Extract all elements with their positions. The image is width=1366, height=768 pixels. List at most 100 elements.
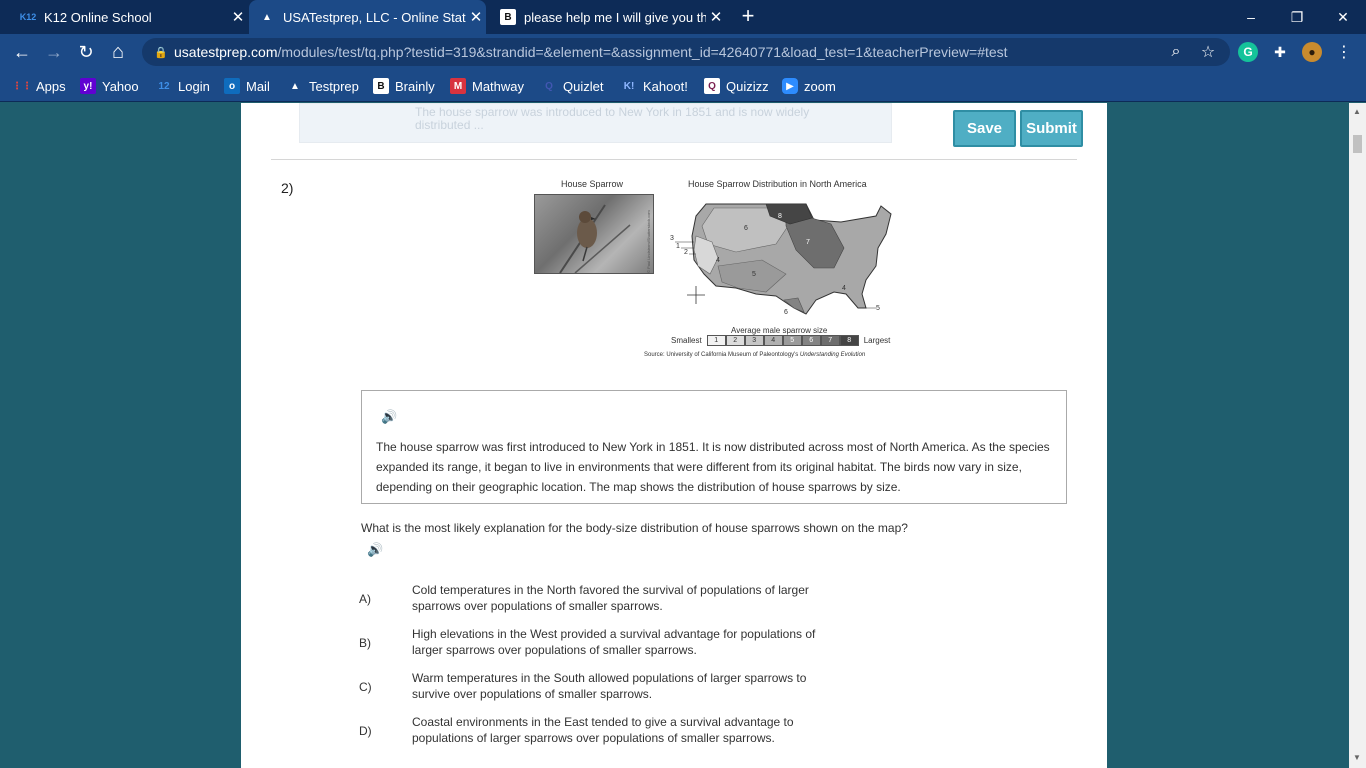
zoom-icon[interactable]: ⌕: [1166, 42, 1186, 62]
map-label: 5: [752, 271, 756, 278]
k12-favicon-icon: K12: [19, 12, 37, 22]
choice-label: B): [359, 636, 371, 650]
answer-choice-a[interactable]: A) Cold temperatures in the North favore…: [359, 582, 819, 616]
choice-text: Cold temperatures in the North favored t…: [412, 583, 809, 613]
close-tab-icon[interactable]: ✕: [706, 8, 726, 26]
tab-k12[interactable]: K12 K12 Online School ✕: [12, 0, 248, 34]
close-window-button[interactable]: ✕: [1320, 0, 1366, 34]
address-bar[interactable]: 🔒 usatestprep.com/modules/test/tq.php?te…: [142, 38, 1230, 66]
choice-label: D): [359, 724, 372, 738]
forward-button[interactable]: →: [42, 40, 66, 64]
map-label: 5: [876, 305, 880, 312]
bookmark-label: Login: [178, 78, 210, 94]
home-button[interactable]: ⌂: [106, 40, 130, 64]
bookmark-quizlet[interactable]: Q Quizlet: [541, 76, 603, 96]
previous-question-faded-text: The house sparrow was introduced to New …: [299, 103, 892, 143]
bookmark-label: Yahoo: [102, 78, 139, 94]
outlook-icon: o: [224, 78, 240, 94]
source-text: Source: University of California Museum …: [644, 352, 800, 358]
grammarly-icon[interactable]: G: [1238, 42, 1258, 62]
quizizz-icon: Q: [704, 78, 720, 94]
bookmark-label: Testprep: [309, 78, 359, 94]
new-tab-button[interactable]: +: [737, 5, 759, 28]
bookmark-quizizz[interactable]: Q Quizizz: [704, 76, 769, 96]
bookmark-kahoot[interactable]: K! Kahoot!: [621, 76, 688, 96]
lock-icon: 🔒: [154, 46, 168, 59]
close-tab-icon[interactable]: ✕: [466, 8, 486, 26]
speaker-icon[interactable]: 🔊: [367, 542, 383, 558]
tab-title: USATestprep, LLC - Online State-: [283, 9, 466, 25]
bookmark-brainly[interactable]: B Brainly: [373, 76, 435, 96]
map-caption: House Sparrow Distribution in North Amer…: [688, 179, 867, 189]
choice-text: Coastal environments in the East tended …: [412, 715, 794, 745]
brainly-icon: B: [373, 78, 389, 94]
scroll-up-arrow-icon[interactable]: ▲: [1353, 107, 1361, 116]
bookmark-star-icon[interactable]: ☆: [1198, 42, 1218, 62]
legend-smallest-label: Smallest: [671, 336, 702, 345]
save-button[interactable]: Save: [953, 110, 1016, 147]
bookmark-zoom[interactable]: ▶ zoom: [782, 76, 836, 96]
answer-choice-d[interactable]: D) Coastal environments in the East tend…: [359, 714, 819, 748]
bookmark-label: zoom: [804, 78, 836, 94]
bookmark-testprep[interactable]: ▲ Testprep: [287, 76, 359, 96]
sparrow-illustration: [559, 204, 631, 274]
answer-choice-c[interactable]: C) Warm temperatures in the South allowe…: [359, 670, 819, 704]
submit-button[interactable]: Submit: [1020, 110, 1083, 147]
map-label: 2: [684, 249, 688, 256]
mathway-icon: M: [450, 78, 466, 94]
bookmark-apps[interactable]: ⋮⋮ Apps: [12, 76, 66, 96]
legend-swatch: 5: [782, 335, 802, 346]
bookmark-label: Quizlet: [563, 78, 604, 94]
bookmark-label: Brainly: [395, 78, 435, 94]
speaker-icon[interactable]: 🔊: [381, 407, 397, 427]
test-page: The house sparrow was introduced to New …: [241, 103, 1107, 768]
extensions-puzzle-icon[interactable]: ✚: [1270, 42, 1290, 62]
bookmark-label: Mail: [246, 78, 270, 94]
bookmark-mathway[interactable]: M Mathway: [450, 76, 524, 96]
map-label: 3: [670, 235, 674, 242]
scrollbar-thumb[interactable]: [1353, 135, 1362, 153]
profile-avatar-icon[interactable]: ●: [1302, 42, 1322, 62]
choice-label: C): [359, 680, 372, 694]
answer-choice-b[interactable]: B) High elevations in the West provided …: [359, 626, 819, 660]
bookmark-yahoo[interactable]: y! Yahoo: [80, 76, 139, 96]
map-label: 1: [676, 243, 680, 250]
tab-usatestprep[interactable]: ▲ USATestprep, LLC - Online State- ✕: [249, 0, 486, 34]
browser-toolbar: ← → ↻ ⌂ 🔒 usatestprep.com/modules/test/t…: [0, 34, 1366, 70]
question-figure: House Sparrow House Sparrow Distribution…: [531, 178, 901, 368]
choice-text: High elevations in the West provided a s…: [412, 627, 816, 657]
reload-button[interactable]: ↻: [74, 40, 98, 64]
bookmark-login[interactable]: 12 Login: [156, 76, 210, 96]
legend-swatch: 2: [725, 335, 745, 346]
tab-brainly[interactable]: B please help me I will give you the ✕: [490, 0, 726, 34]
passage-text: The house sparrow was first introduced t…: [376, 440, 1050, 494]
map-label: 8: [778, 213, 782, 220]
legend-title: Average male sparrow size: [731, 326, 828, 335]
apps-grid-icon: ⋮⋮: [12, 80, 32, 92]
page-scrollbar[interactable]: ▲ ▼: [1349, 103, 1366, 768]
back-button[interactable]: ←: [10, 40, 34, 64]
kahoot-icon: K!: [623, 80, 635, 92]
url-path: /modules/test/tq.php?testid=319&strandid…: [277, 44, 1008, 60]
restore-button[interactable]: ❐: [1274, 0, 1320, 34]
testprep-favicon-icon: ▲: [262, 11, 272, 23]
bookmark-mail[interactable]: o Mail: [224, 76, 270, 96]
question-prompt: What is the most likely explanation for …: [361, 521, 908, 535]
quizlet-icon: Q: [545, 80, 553, 92]
choice-text: Warm temperatures in the South allowed p…: [412, 671, 807, 701]
sparrow-distribution-map: 8 6 7 3 1 2 4 5 4 5 6: [670, 203, 892, 316]
photo-credit: © Paul Lindstrom/Shutterstock.com: [646, 210, 651, 273]
size-legend: Smallest 1 2 3 4 5 6 7 8 Largest: [671, 335, 890, 346]
house-sparrow-photo: [534, 194, 654, 274]
figure-source: Source: University of California Museum …: [644, 352, 865, 358]
browser-menu-icon[interactable]: ⋮: [1334, 42, 1354, 62]
map-label: 4: [842, 285, 846, 292]
legend-swatch: 1: [706, 335, 726, 346]
passage-box: 🔊 The house sparrow was first introduced…: [361, 390, 1067, 504]
close-tab-icon[interactable]: ✕: [228, 8, 248, 26]
url-host: usatestprep.com: [174, 44, 278, 60]
yahoo-icon: y!: [80, 78, 96, 94]
zoom-icon: ▶: [782, 78, 798, 94]
minimize-button[interactable]: –: [1228, 0, 1274, 34]
scroll-down-arrow-icon[interactable]: ▼: [1353, 753, 1361, 762]
